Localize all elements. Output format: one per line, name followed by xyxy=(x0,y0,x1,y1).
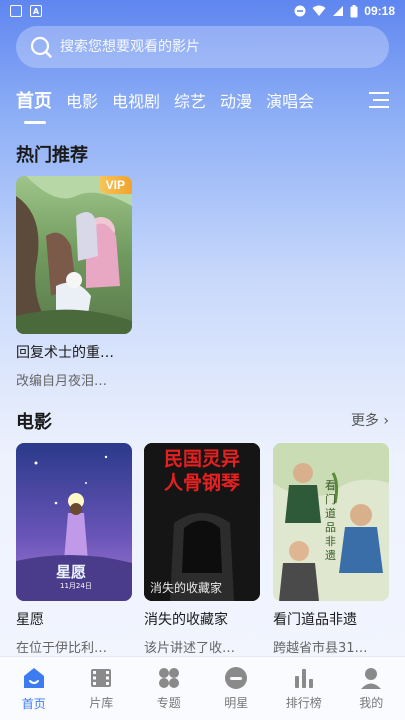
card-title: 消失的收藏家 xyxy=(144,612,228,628)
movie-card[interactable]: 看门道品非遗 看门道品非遗 跨越省市县31… xyxy=(273,443,389,656)
card-description: 该片讲述了收… xyxy=(144,641,236,656)
card-title: 看门道品非遗 xyxy=(273,612,357,628)
menu-icon[interactable] xyxy=(369,92,389,110)
nav-library[interactable]: 片库 xyxy=(68,666,135,711)
category-tabs: 首页 电影 电视剧 综艺 动漫 演唱会 xyxy=(16,86,389,126)
movie-card[interactable]: 星愿 11月24日 星愿 在位于伊比利… xyxy=(16,443,132,656)
notification-icon xyxy=(10,5,22,17)
poster-headline-text: 民国灵异 人骨钢琴 xyxy=(163,448,240,494)
card-title: 星愿 xyxy=(16,612,44,628)
card-description: 在位于伊比利… xyxy=(16,641,108,656)
tab-movies[interactable]: 电影 xyxy=(66,86,98,118)
poster-calligraphy-text: 看门道品非遗 xyxy=(325,479,336,562)
tab-concerts[interactable]: 演唱会 xyxy=(266,86,314,118)
tab-home[interactable]: 首页 xyxy=(16,86,52,124)
status-bar: A 09:18 xyxy=(0,0,405,22)
search-input[interactable] xyxy=(60,39,360,55)
search-icon xyxy=(30,36,52,58)
tab-variety[interactable]: 综艺 xyxy=(174,86,206,118)
poster-image[interactable]: 看门道品非遗 xyxy=(273,443,389,601)
home-icon xyxy=(23,668,44,688)
nav-home[interactable]: 首页 xyxy=(0,665,67,712)
signal-icon xyxy=(333,6,344,16)
card-description: 跨越省市县31… xyxy=(273,641,368,656)
nav-stars[interactable]: 明星 xyxy=(203,666,270,711)
section-title-movies: 电影 xyxy=(16,412,52,433)
tab-tv-series[interactable]: 电视剧 xyxy=(112,86,160,118)
poster-title-text: 星愿 xyxy=(56,563,87,581)
card-description: 改编自月夜泪… xyxy=(16,374,108,389)
app-notification-icon: A xyxy=(30,5,42,17)
battery-icon xyxy=(350,4,358,17)
poster-image[interactable]: 星愿 11月24日 xyxy=(16,443,132,601)
bottom-navigation: 首页 片库 专题 明星 排行榜 我的 xyxy=(0,656,405,720)
section-title-hot: 热门推荐 xyxy=(16,145,88,166)
film-icon xyxy=(91,669,112,687)
poster-date-text: 11月24日 xyxy=(60,582,92,590)
clock: 09:18 xyxy=(364,4,395,18)
chart-icon xyxy=(294,669,313,688)
more-link[interactable]: 更多 › xyxy=(351,410,389,430)
poster-image[interactable]: 民国灵异 人骨钢琴 消失的收藏家 xyxy=(144,443,260,601)
movie-card[interactable]: 民国灵异 人骨钢琴 消失的收藏家 消失的收藏家 该片讲述了收… xyxy=(144,443,260,656)
nav-topics[interactable]: 专题 xyxy=(135,666,202,711)
tab-anime[interactable]: 动漫 xyxy=(220,86,252,118)
wifi-icon xyxy=(312,5,326,16)
grid-icon xyxy=(158,668,179,688)
poster-subtitle-text: 消失的收藏家 xyxy=(150,581,223,595)
dnd-icon xyxy=(294,5,306,17)
poster-image[interactable]: VIP xyxy=(16,176,132,334)
hot-card[interactable]: VIP 回复术士的重… 改编自月夜泪… xyxy=(16,176,132,389)
nav-profile[interactable]: 我的 xyxy=(338,666,405,711)
vip-badge: VIP xyxy=(98,176,132,194)
star-person-icon xyxy=(225,667,248,689)
search-bar[interactable] xyxy=(16,26,389,68)
card-title: 回复术士的重… xyxy=(16,345,114,361)
user-icon xyxy=(361,668,382,689)
nav-rankings[interactable]: 排行榜 xyxy=(270,666,337,711)
